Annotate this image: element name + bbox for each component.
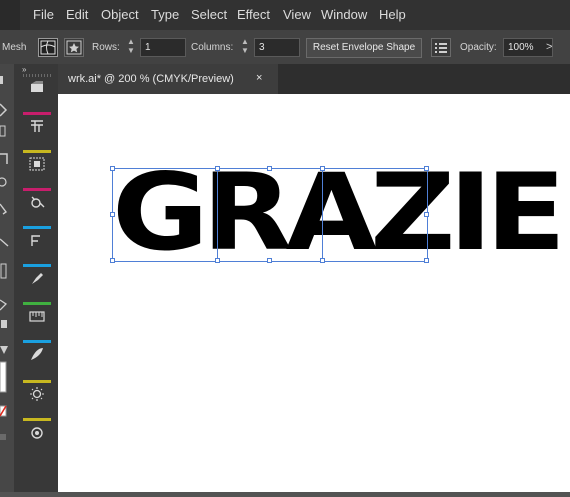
ruler-icon	[29, 311, 45, 322]
selection-handle[interactable]	[215, 166, 220, 171]
selection-handle[interactable]	[320, 258, 325, 263]
panel-grip	[23, 112, 51, 115]
panel-grip	[23, 302, 51, 305]
align-icon	[31, 81, 43, 92]
panel-grip	[23, 418, 51, 421]
tool-icons-strip[interactable]	[0, 64, 14, 492]
panel-align[interactable]	[23, 74, 51, 100]
panel-grip	[23, 380, 51, 383]
panel-grip	[23, 188, 51, 191]
panel-feather[interactable]	[23, 340, 51, 366]
menu-type[interactable]: Type	[151, 7, 179, 22]
menu-help[interactable]: Help	[379, 7, 406, 22]
menu-select[interactable]: Select	[191, 7, 227, 22]
tools-panel	[0, 64, 15, 492]
panel-pathfinder[interactable]	[23, 150, 51, 176]
panel-grip	[23, 74, 51, 77]
envelope-warp-icon[interactable]	[64, 38, 84, 57]
menu-edit[interactable]: Edit	[66, 7, 88, 22]
selection-handle[interactable]	[424, 212, 429, 217]
selection-handle[interactable]	[110, 212, 115, 217]
selection-handle[interactable]	[424, 258, 429, 263]
panel-graphic-styles[interactable]	[23, 418, 51, 444]
selection-handle[interactable]	[215, 258, 220, 263]
close-icon[interactable]: ×	[256, 72, 262, 84]
rows-field[interactable]: 1	[140, 38, 186, 57]
panel-collapse-button[interactable]: »	[22, 65, 26, 74]
brushes-icon	[31, 235, 40, 246]
selection-handle[interactable]	[110, 258, 115, 263]
mesh-line	[322, 168, 323, 262]
panel-grip	[23, 226, 51, 229]
opacity-label: Opacity:	[460, 42, 497, 53]
envelope-mesh-icon[interactable]	[38, 38, 58, 57]
menu-window[interactable]: Window	[321, 7, 367, 22]
graphic-styles-icon	[31, 427, 43, 439]
feather-icon	[31, 348, 43, 360]
sun-icon	[30, 387, 44, 401]
columns-stepper[interactable]: ▲ ▼	[240, 37, 250, 57]
rows-stepper[interactable]: ▲ ▼	[126, 37, 136, 57]
panel-grip	[23, 264, 51, 267]
artboard-canvas[interactable]: GRAZIE	[58, 94, 570, 492]
control-bar: Mesh Rows: ▲ ▼ 1 Columns: ▲ ▼ 3 Reset Enve…	[0, 30, 570, 65]
document-tab-bar: wrk.ai* @ 200 % (CMYK/Preview) ×	[58, 64, 570, 94]
transform-icon	[31, 120, 43, 132]
selection-handle[interactable]	[424, 166, 429, 171]
rows-label: Rows:	[92, 42, 120, 53]
menu-object[interactable]: Object	[101, 7, 139, 22]
panel-transform[interactable]	[23, 112, 51, 138]
menu-view[interactable]: View	[283, 7, 311, 22]
selection-handle[interactable]	[267, 166, 272, 171]
menu-bar: File Edit Object Type Select Effect View…	[0, 0, 570, 30]
panel-pen[interactable]	[23, 264, 51, 290]
mesh-line	[217, 168, 218, 262]
document-tab[interactable]: wrk.ai* @ 200 % (CMYK/Preview) ×	[58, 64, 278, 94]
menu-effect[interactable]: Effect	[237, 7, 270, 22]
mode-label: Mesh	[2, 42, 27, 53]
selection-handle[interactable]	[267, 258, 272, 263]
columns-label: Columns:	[191, 42, 234, 53]
pathfinder-icon	[29, 157, 45, 171]
collapsed-panels: »	[14, 64, 59, 492]
panel-symbols[interactable]	[23, 188, 51, 214]
selection-handle[interactable]	[320, 166, 325, 171]
panel-grip	[23, 340, 51, 343]
panel-appearance[interactable]	[23, 380, 51, 406]
reset-envelope-shape-button[interactable]: Reset Envelope Shape	[306, 38, 422, 58]
columns-field[interactable]: 3	[254, 38, 300, 57]
panel-measure[interactable]	[23, 302, 51, 328]
menu-file[interactable]: File	[33, 7, 54, 22]
selection-handle[interactable]	[110, 166, 115, 171]
panel-brushes[interactable]	[23, 226, 51, 252]
document-tab-title: wrk.ai* @ 200 % (CMYK/Preview)	[68, 73, 234, 85]
app-logo-strip	[0, 0, 20, 30]
opacity-arrow[interactable]: >	[546, 41, 552, 53]
panel-grip	[23, 150, 51, 153]
symbols-icon	[31, 196, 45, 208]
envelope-options-icon[interactable]	[431, 38, 451, 57]
envelope-bounding-box	[112, 168, 428, 262]
pen-icon	[32, 273, 43, 284]
